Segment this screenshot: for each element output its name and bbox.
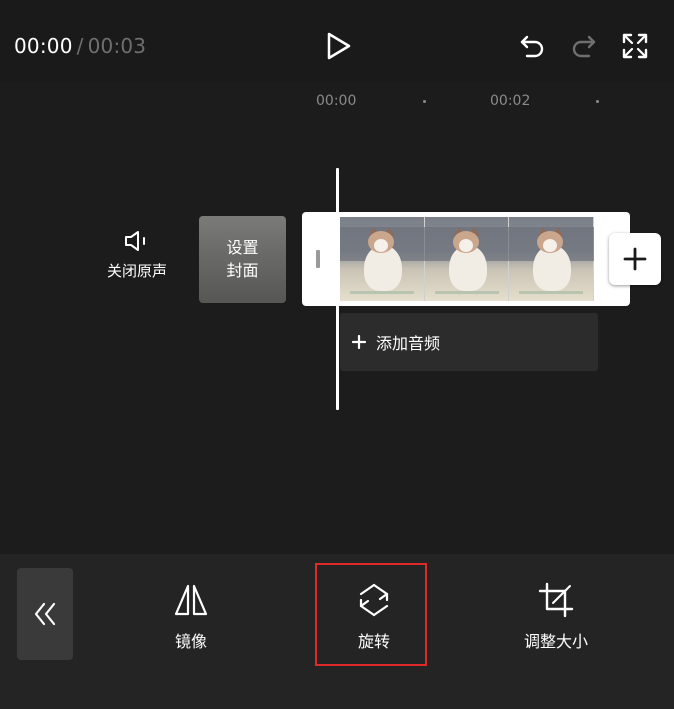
cover-label-line1: 设置	[226, 238, 259, 257]
clip-frame-thumbnail	[424, 217, 510, 301]
add-audio-button[interactable]: 添加音频	[340, 313, 598, 371]
add-clip-button[interactable]	[609, 233, 661, 285]
speaker-mute-icon	[125, 231, 145, 251]
clip-frame-thumbnail	[509, 217, 594, 301]
crop-icon	[538, 582, 574, 618]
redo-button[interactable]	[568, 30, 600, 62]
ruler-dot	[596, 100, 599, 103]
ruler-time-1: 00:02	[490, 93, 531, 109]
play-button[interactable]	[322, 30, 354, 62]
double-chevron-left-icon	[34, 602, 56, 626]
fullscreen-button[interactable]	[619, 30, 651, 62]
collapse-toolbar-button[interactable]	[17, 568, 73, 660]
mirror-label: 镜像	[174, 632, 207, 651]
plus-icon	[352, 335, 366, 349]
mute-label: 关闭原声	[106, 262, 167, 280]
redo-icon	[572, 35, 596, 58]
ruler-dot	[423, 100, 426, 103]
cover-label-line2: 封面	[226, 261, 259, 280]
mute-original-audio-button[interactable]: 关闭原声	[96, 228, 178, 281]
time-separator: /	[76, 34, 84, 58]
cover-label: 设置 封面	[199, 236, 286, 282]
clip-frames	[340, 217, 594, 301]
resize-tool-button[interactable]: 调整大小	[496, 580, 616, 652]
ruler-time-0: 00:00	[316, 93, 357, 109]
set-cover-button[interactable]: 设置 封面	[199, 216, 286, 303]
clip-frame-thumbnail	[340, 217, 425, 301]
total-time: 00:03	[87, 34, 147, 58]
play-icon	[327, 32, 351, 60]
plus-icon	[623, 247, 647, 271]
playhead[interactable]	[336, 168, 339, 410]
mirror-icon	[174, 584, 208, 616]
clip-trim-handle[interactable]	[316, 250, 320, 268]
fullscreen-icon	[622, 33, 648, 59]
current-time: 00:00	[14, 34, 73, 58]
undo-button[interactable]	[516, 30, 548, 62]
resize-label: 调整大小	[523, 632, 588, 651]
undo-icon	[520, 35, 544, 58]
mirror-tool-button[interactable]: 镜像	[131, 580, 251, 652]
add-audio-label: 添加音频	[376, 334, 441, 353]
playback-time: 00:00/00:03	[14, 34, 146, 58]
selection-highlight	[315, 563, 427, 666]
